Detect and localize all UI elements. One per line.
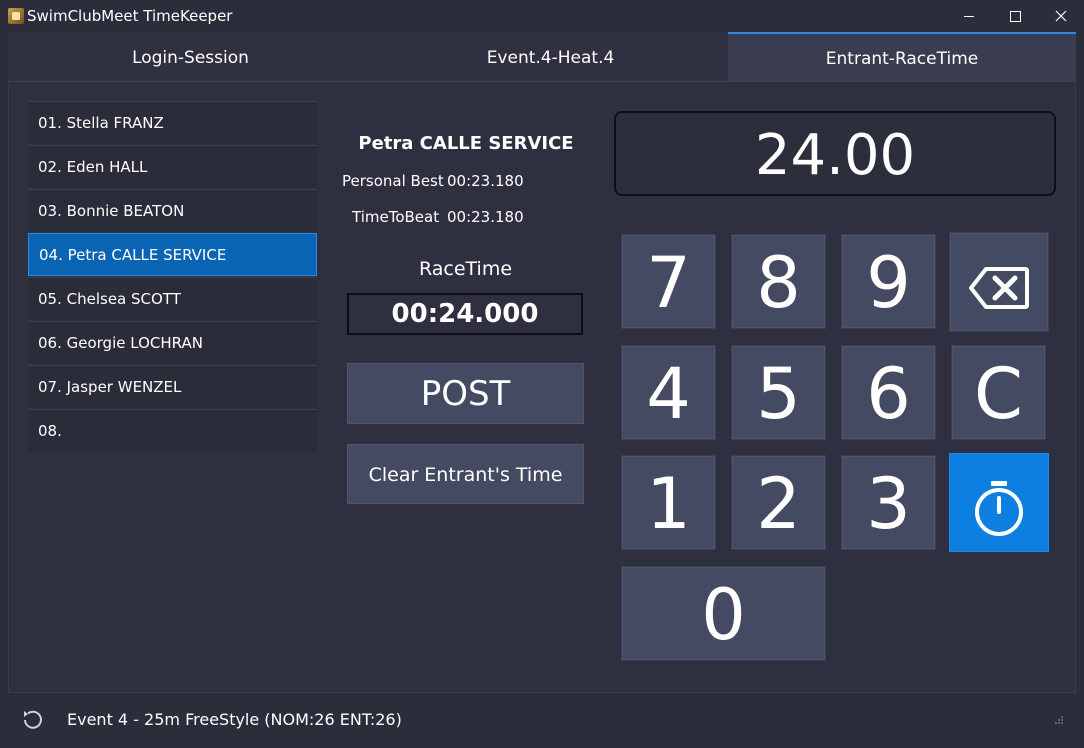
window-title: SwimClubMeet TimeKeeper (27, 7, 233, 25)
key-9-button[interactable]: 9 (841, 234, 936, 329)
key-5-button[interactable]: 5 (731, 345, 826, 440)
list-item[interactable]: 06. Georgie LOCHRAN (28, 321, 317, 364)
entrant-name: Petra CALLE SERVICE (358, 133, 574, 154)
personal-best-label: Personal Best (342, 172, 444, 190)
key-6-button[interactable]: 6 (841, 345, 936, 440)
tab-entrant-racetime[interactable]: Entrant-RaceTime (728, 32, 1076, 83)
post-button[interactable]: POST (347, 363, 584, 424)
tab-login-session[interactable]: Login-Session (8, 32, 373, 81)
key-3-button[interactable]: 3 (841, 455, 936, 550)
stopwatch-button[interactable] (949, 453, 1049, 552)
time-to-beat-value: 00:23.180 (447, 208, 524, 226)
time-to-beat-label: TimeToBeat (352, 208, 440, 226)
minimize-button[interactable] (946, 0, 992, 32)
list-item-selected[interactable]: 04. Petra CALLE SERVICE (28, 233, 317, 276)
clear-display-button[interactable]: C (951, 345, 1046, 440)
close-button[interactable] (1038, 0, 1084, 32)
backspace-icon (969, 266, 1029, 309)
personal-best-value: 00:23.180 (447, 172, 524, 190)
clear-entrant-time-button[interactable]: Clear Entrant's Time (347, 444, 584, 504)
stopwatch-icon (975, 480, 1023, 536)
list-item[interactable]: 02. Eden HALL (28, 145, 317, 188)
app-logo-icon (8, 8, 24, 24)
list-item[interactable]: 03. Bonnie BEATON (28, 189, 317, 232)
entrant-list: 01. Stella FRANZ 02. Eden HALL 03. Bonni… (28, 101, 317, 453)
tab-bar: Login-Session Event.4-Heat.4 Entrant-Rac… (8, 32, 1076, 83)
maximize-icon (1009, 10, 1021, 22)
racetime-value: 00:24.000 (347, 293, 583, 335)
key-8-button[interactable]: 8 (731, 234, 826, 329)
backspace-button[interactable] (949, 232, 1049, 332)
list-item[interactable]: 05. Chelsea SCOTT (28, 277, 317, 320)
refresh-icon[interactable] (20, 708, 44, 732)
key-1-button[interactable]: 1 (621, 455, 716, 550)
tab-event-heat[interactable]: Event.4-Heat.4 (373, 32, 728, 81)
key-2-button[interactable]: 2 (731, 455, 826, 550)
key-7-button[interactable]: 7 (621, 234, 716, 329)
keypad-display: 24.00 (614, 111, 1056, 196)
list-item[interactable]: 07. Jasper WENZEL (28, 365, 317, 408)
close-icon (1055, 10, 1067, 22)
maximize-button[interactable] (992, 0, 1038, 32)
resize-grip-icon[interactable] (1055, 716, 1063, 724)
list-item[interactable]: 08. (28, 409, 317, 452)
key-0-button[interactable]: 0 (621, 566, 826, 661)
list-item[interactable]: 01. Stella FRANZ (28, 101, 317, 144)
key-4-button[interactable]: 4 (621, 345, 716, 440)
status-text: Event 4 - 25m FreeStyle (NOM:26 ENT:26) (67, 710, 402, 729)
minimize-icon (964, 15, 974, 17)
racetime-label: RaceTime (418, 258, 513, 280)
